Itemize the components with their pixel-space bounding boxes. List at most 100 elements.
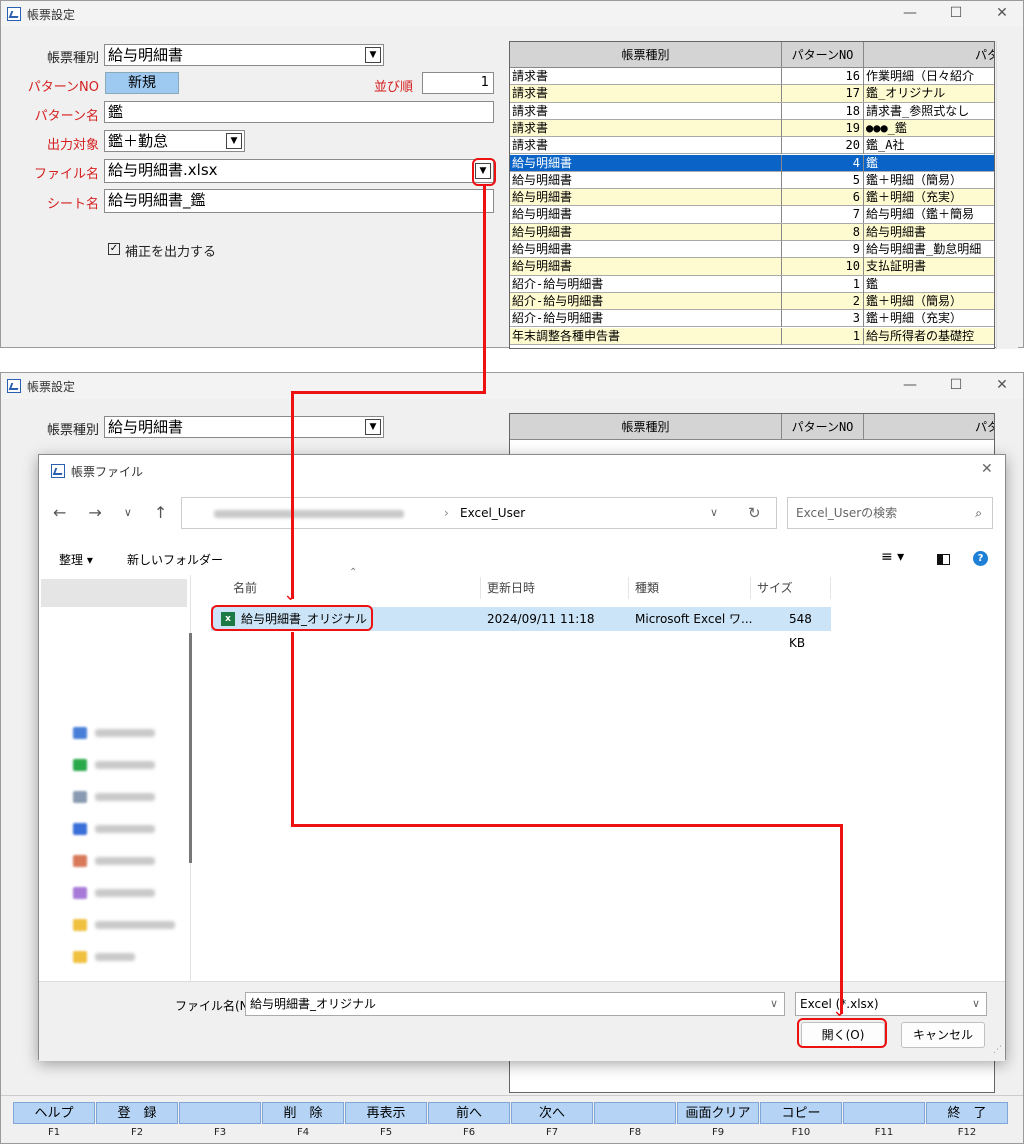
organize-menu[interactable]: 整理 ▾: [59, 551, 93, 568]
app-icon: [51, 464, 65, 478]
table-row[interactable]: 給与明細書 6 鑑＋明細（充実）: [510, 189, 994, 207]
fkey-number: F10: [791, 1127, 811, 1138]
row-pattern-no: 10: [782, 258, 864, 276]
forward-icon[interactable]: →: [88, 503, 101, 522]
minimize-icon[interactable]: —: [887, 373, 933, 399]
table-row[interactable]: 請求書 20 鑑_A社: [510, 137, 994, 155]
row-pattern-name: 給与明細（鑑＋簡易: [866, 207, 975, 222]
chevron-down-icon[interactable]: ▼: [226, 133, 242, 149]
table-row[interactable]: 請求書 17 鑑_オリジナル: [510, 85, 994, 103]
table-row[interactable]: 請求書 18 請求書_参照式なし: [510, 102, 994, 120]
row-report-type: 請求書: [510, 102, 782, 120]
row-report-type: 紹介-給与明細書: [510, 292, 782, 310]
path-separator: ›: [444, 506, 449, 520]
row-pattern-name: 鑑: [866, 276, 879, 291]
fkey-f7-button[interactable]: 次へ: [511, 1102, 593, 1124]
search-input[interactable]: Excel_Userの検索 ⌕: [787, 497, 993, 529]
column-type[interactable]: 種類: [629, 577, 751, 599]
folder-icon: [73, 855, 87, 867]
fkey-f12-button[interactable]: 終 了: [926, 1102, 1008, 1124]
fkey-number: F12: [957, 1127, 977, 1138]
sidebar-item-selected[interactable]: [41, 579, 187, 607]
minimize-icon[interactable]: —: [887, 1, 933, 27]
table-row[interactable]: 給与明細書 9 給与明細書_勤怠明細: [510, 241, 994, 259]
row-pattern-no: 5: [782, 171, 864, 189]
fkey-f5-button[interactable]: 再表示: [345, 1102, 427, 1124]
row-report-type: 紹介-給与明細書: [510, 275, 782, 293]
maximize-icon[interactable]: ☐: [933, 1, 979, 27]
table-row[interactable]: 請求書 16 作業明細（日々紹介: [510, 68, 994, 86]
address-bar[interactable]: › Excel_User ∨ ↻: [181, 497, 777, 529]
new-folder-button[interactable]: 新しいフォルダー: [127, 551, 223, 568]
chevron-down-icon[interactable]: ∨: [972, 993, 980, 1015]
row-pattern-no: 18: [782, 102, 864, 120]
preview-pane-icon[interactable]: [937, 554, 950, 565]
row-report-type: 給与明細書: [510, 258, 782, 276]
file-name-input[interactable]: 給与明細書.xlsx: [104, 159, 494, 183]
view-menu-icon[interactable]: ≡ ▾: [881, 549, 904, 565]
table-row[interactable]: 給与明細書 4 鑑: [510, 154, 994, 172]
row-report-type: 請求書: [510, 119, 782, 137]
sidebar-item-blurred: [95, 921, 175, 929]
fkey-f10-button[interactable]: コピー: [760, 1102, 842, 1124]
sidebar-item-blurred: [95, 953, 135, 961]
chevron-down-icon[interactable]: ▼: [365, 47, 381, 63]
resize-grip-icon[interactable]: ⋰: [993, 1045, 1002, 1055]
fkey-f11-button[interactable]: [843, 1102, 925, 1124]
report-type-select[interactable]: 給与明細書: [104, 416, 384, 438]
table-row[interactable]: 給与明細書 5 鑑＋明細（簡易）: [510, 171, 994, 190]
sort-order-input[interactable]: 1: [422, 72, 494, 94]
table-row[interactable]: 給与明細書 10 支払証明書: [510, 258, 994, 276]
table-row[interactable]: 請求書 19 ●●●_鑑: [510, 119, 994, 138]
table-row[interactable]: 給与明細書 7 給与明細（鑑＋簡易: [510, 206, 994, 224]
filename-input[interactable]: 給与明細書_オリジナル ∨: [245, 992, 785, 1016]
fkey-f9-button[interactable]: 画面クリア: [677, 1102, 759, 1124]
close-icon[interactable]: ✕: [981, 461, 993, 477]
row-pattern-name: 給与所得者の基礎控: [866, 328, 975, 343]
fkey-f2-button[interactable]: 登 録: [96, 1102, 178, 1124]
help-icon[interactable]: ?: [973, 551, 988, 566]
table-row[interactable]: 年末調整各種申告書 1 給与所得者の基礎控: [510, 327, 994, 345]
report-type-select[interactable]: 給与明細書: [104, 44, 384, 66]
up-icon[interactable]: ↑: [154, 503, 167, 522]
sort-indicator-icon: ⌃: [349, 567, 358, 578]
sidebar-scrollbar[interactable]: [189, 633, 192, 863]
cancel-button[interactable]: キャンセル: [901, 1022, 985, 1048]
maximize-icon[interactable]: ☐: [933, 373, 979, 399]
title-bar: 帳票設定: [1, 1, 1023, 27]
refresh-icon[interactable]: ↻: [748, 498, 761, 528]
chevron-down-icon[interactable]: ▼: [365, 419, 381, 435]
pattern-name-input[interactable]: 鑑: [104, 101, 494, 123]
recent-chevron-icon[interactable]: ∨: [124, 506, 132, 519]
table-row[interactable]: 給与明細書 8 給与明細書: [510, 223, 994, 241]
file-dialog: 帳票ファイル ✕ ← → ∨ ↑ › Excel_User ∨ ↻ Excel_…: [38, 454, 1006, 1061]
close-icon[interactable]: ✕: [979, 373, 1024, 399]
column-name[interactable]: 名前: [227, 577, 481, 599]
chevron-down-icon[interactable]: ∨: [770, 993, 778, 1015]
app-icon: [7, 7, 21, 21]
column-date[interactable]: 更新日時: [481, 577, 629, 599]
close-icon[interactable]: ✕: [979, 1, 1024, 27]
fkey-number: F8: [628, 1127, 642, 1138]
output-target-label: 出力対象: [46, 138, 99, 153]
fkey-f8-button[interactable]: [594, 1102, 676, 1124]
table-row[interactable]: 紹介-給与明細書 1 鑑: [510, 275, 994, 293]
annotation-line: [840, 824, 843, 1014]
fkey-f4-button[interactable]: 削 除: [262, 1102, 344, 1124]
grid-scrollbar[interactable]: [996, 41, 1018, 349]
folder-icon: [73, 951, 87, 963]
fkey-f3-button[interactable]: [179, 1102, 261, 1124]
output-target-select[interactable]: 鑑＋勤怠: [104, 130, 245, 152]
correction-checkbox[interactable]: ✓: [108, 243, 120, 255]
table-row[interactable]: 紹介-給与明細書 2 鑑＋明細（簡易）: [510, 292, 994, 311]
sheet-name-input[interactable]: 給与明細書_鑑: [104, 189, 494, 213]
fkey-number: F4: [296, 1127, 310, 1138]
fkey-f1-button[interactable]: ヘルプ: [13, 1102, 95, 1124]
file-type-filter[interactable]: Excel (*.xlsx) ∨: [795, 992, 987, 1016]
fkey-number: F2: [130, 1127, 144, 1138]
fkey-f6-button[interactable]: 前へ: [428, 1102, 510, 1124]
chevron-down-icon[interactable]: ∨: [710, 498, 718, 528]
column-size[interactable]: サイズ: [751, 577, 831, 599]
table-row[interactable]: 紹介-給与明細書 3 鑑＋明細（充実）: [510, 310, 994, 328]
back-icon[interactable]: ←: [53, 503, 66, 522]
